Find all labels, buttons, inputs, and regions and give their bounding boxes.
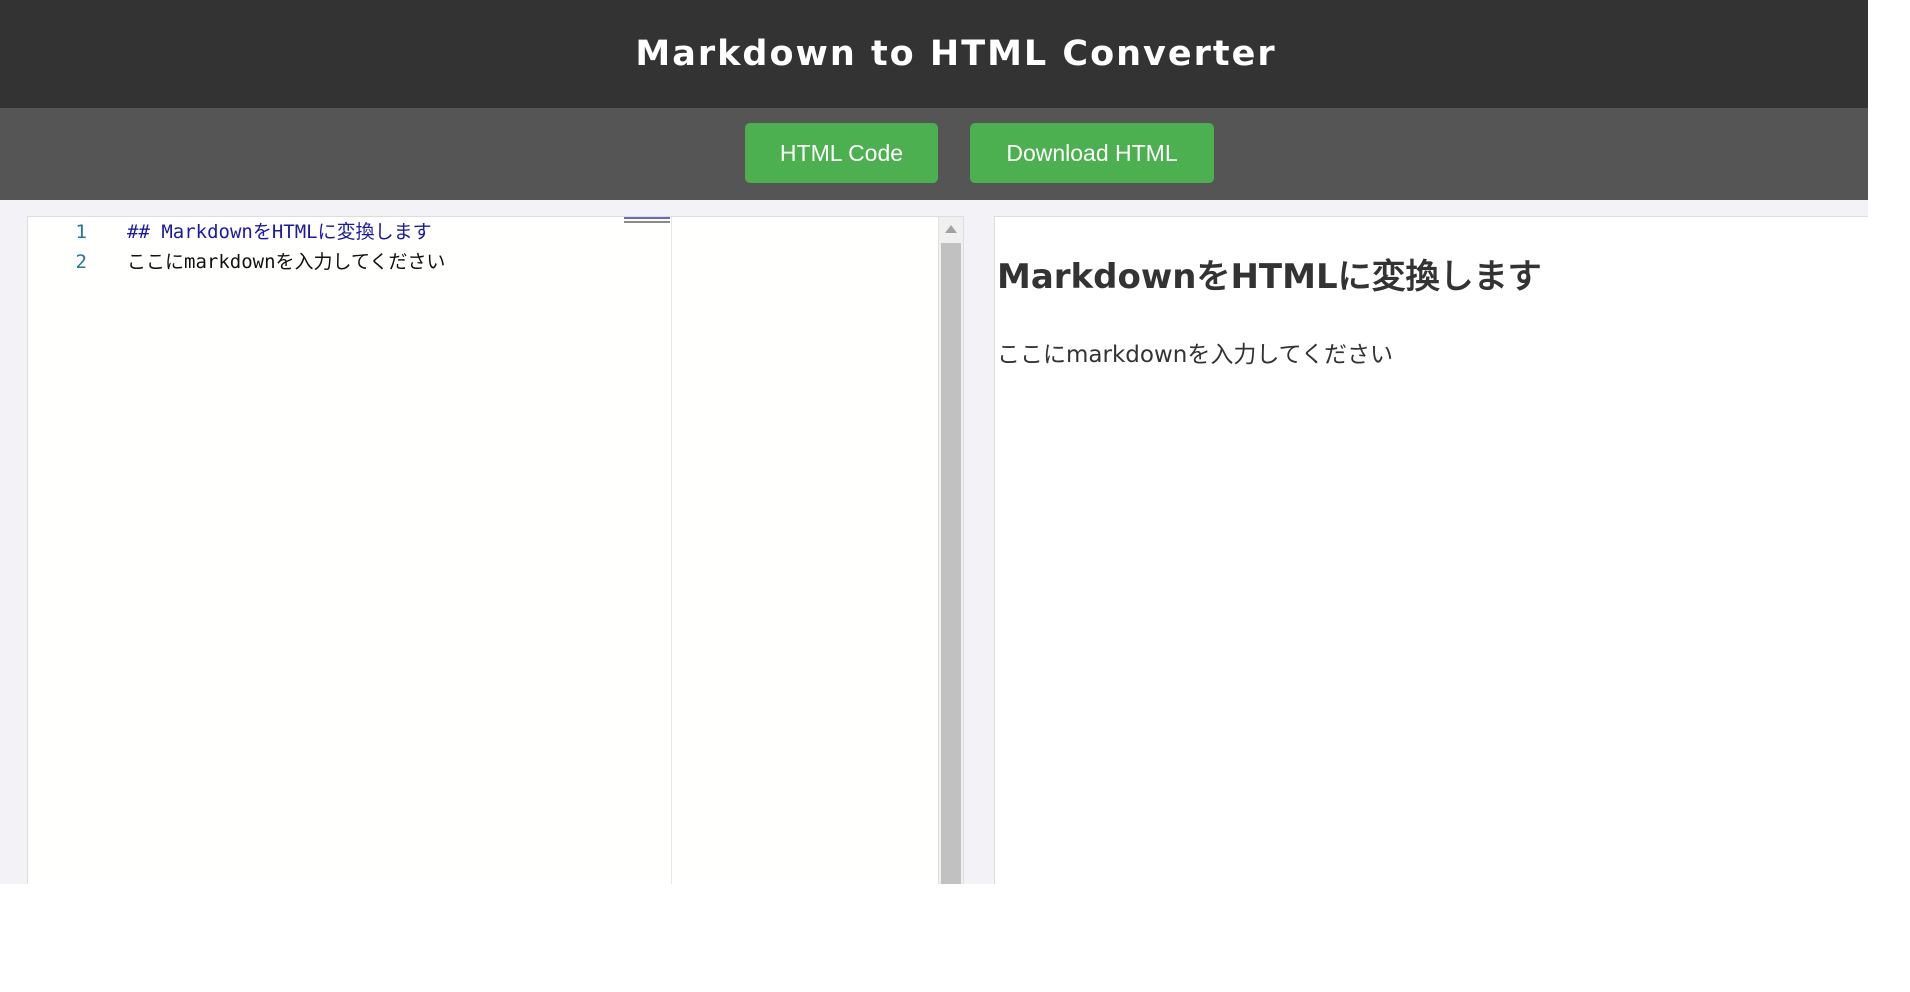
scroll-thumb[interactable] (941, 243, 961, 884)
minimap-line[interactable] (624, 217, 670, 219)
toolbar: HTML Code Download HTML (0, 108, 1868, 200)
markdown-editor[interactable]: 1 ## MarkdownをHTMLに変換します 2 ここにmarkdownを入… (27, 216, 964, 884)
line-number: 1 (75, 221, 87, 243)
app-root: Markdown to HTML Converter HTML Code Dow… (0, 0, 1868, 884)
download-html-button[interactable]: Download HTML (970, 123, 1214, 183)
minimap-divider (671, 217, 672, 884)
page-title: Markdown to HTML Converter (635, 34, 1277, 74)
editor-line[interactable]: 2 ここにmarkdownを入力してください (28, 247, 672, 277)
html-preview: MarkdownをHTMLに変換します ここにmarkdownを入力してください (994, 216, 1868, 884)
app-header: Markdown to HTML Converter (0, 0, 1868, 108)
line-number: 2 (75, 251, 87, 273)
line-text[interactable]: ## MarkdownをHTMLに変換します (127, 217, 432, 247)
editor-scrollbar[interactable] (938, 217, 963, 884)
preview-paragraph: ここにmarkdownを入力してください (997, 342, 1393, 368)
editor-line[interactable]: 1 ## MarkdownをHTMLに変換します (28, 217, 672, 247)
html-code-button[interactable]: HTML Code (745, 123, 938, 183)
preview-heading: MarkdownをHTMLに変換します (997, 257, 1542, 297)
scroll-up-arrow-icon[interactable] (945, 225, 957, 233)
line-text[interactable]: ここにmarkdownを入力してください (127, 247, 445, 277)
editor-code-area[interactable]: 1 ## MarkdownをHTMLに変換します 2 ここにmarkdownを入… (28, 217, 672, 884)
minimap-line[interactable] (624, 221, 670, 223)
